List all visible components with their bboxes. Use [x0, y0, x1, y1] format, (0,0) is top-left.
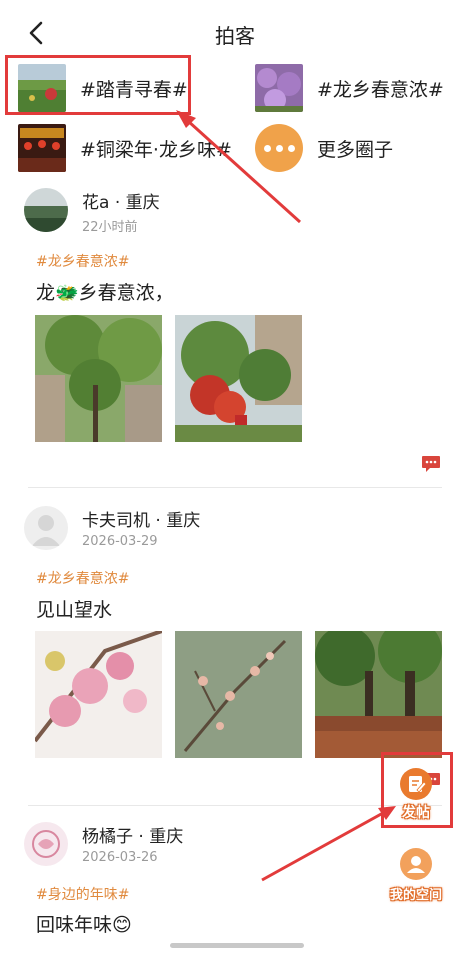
home-indicator — [170, 943, 304, 948]
annotation-arrows — [176, 110, 396, 882]
